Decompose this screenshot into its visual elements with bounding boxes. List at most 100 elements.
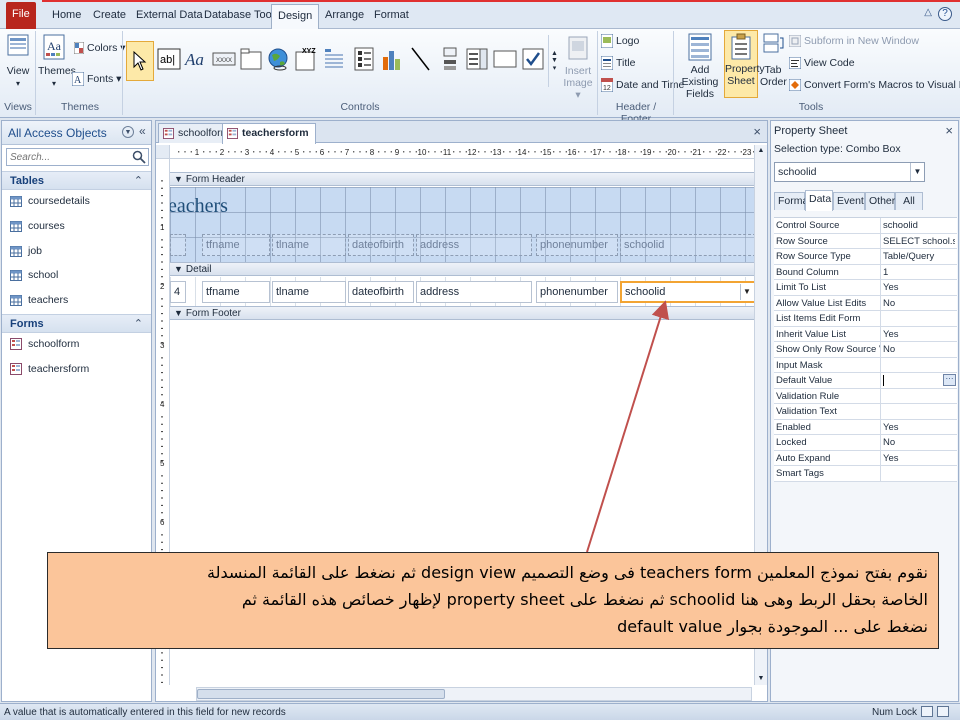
collapse-section-icon[interactable]: ⌃ — [134, 317, 143, 330]
prop-value[interactable]: Yes — [883, 280, 955, 295]
detail-field-tfname[interactable]: tfname — [202, 281, 270, 303]
tab-control[interactable] — [238, 43, 264, 75]
expression-builder-button[interactable]: ··· — [943, 374, 956, 386]
insert-image-button[interactable]: Insert Image ▾ — [561, 35, 595, 101]
scroll-up-icon[interactable]: ▲ — [755, 145, 767, 157]
nav-search-input[interactable] — [7, 149, 129, 165]
nav-item-teachersform[interactable]: teachersform — [10, 360, 89, 378]
prop-value[interactable]: No — [883, 435, 955, 450]
prop-value[interactable]: No — [883, 296, 955, 311]
header-label-tlname[interactable]: tlname — [272, 234, 346, 256]
navigation-control[interactable] — [321, 43, 347, 75]
prop-row-input-mask[interactable]: Input Mask — [774, 357, 957, 373]
nav-item-courses[interactable]: courses — [10, 217, 65, 235]
prop-row-limit-to-list[interactable]: Limit To List Yes — [774, 280, 957, 296]
label-control[interactable]: Aa — [183, 43, 209, 75]
form-view-icon[interactable] — [921, 706, 933, 717]
tab-order-button[interactable]: Tab Order — [760, 32, 787, 88]
horizontal-scrollbar[interactable] — [196, 687, 752, 701]
themes-button[interactable]: Aa Themes ▾ — [38, 33, 76, 90]
nav-title[interactable]: All Access Objects — [8, 126, 107, 140]
header-label-address[interactable]: address — [416, 234, 532, 256]
tab-format[interactable]: Format — [368, 4, 415, 28]
tab-create[interactable]: Create — [87, 4, 132, 28]
rectangle-control[interactable] — [492, 43, 518, 75]
property-sheet-button[interactable]: Property Sheet — [724, 30, 765, 98]
header-label-phonenumber[interactable]: phonenumber — [536, 234, 618, 256]
prop-row-allow-value-list-edits[interactable]: Allow Value List Edits No — [774, 295, 957, 311]
prop-row-bound-column[interactable]: Bound Column 1 — [774, 264, 957, 280]
title-button[interactable]: Title — [601, 55, 635, 71]
schoolid-combo-box[interactable]: schoolid ▼ — [620, 281, 756, 303]
nav-item-school[interactable]: school — [10, 266, 58, 284]
detail-field-address[interactable]: address — [416, 281, 532, 303]
tab-design[interactable]: Design — [271, 4, 320, 29]
header-label-dateofbirth[interactable]: dateofbirth — [348, 234, 414, 256]
header-label-schoolid[interactable]: schoolid — [620, 234, 756, 256]
nav-item-schoolform[interactable]: schoolform — [10, 335, 79, 353]
text-box-control[interactable]: ab| — [156, 43, 182, 75]
scroll-down-icon[interactable]: ▼ — [755, 673, 767, 685]
object-selector[interactable]: schoolid ▼ — [774, 162, 925, 182]
prop-row-inherit-value-list[interactable]: Inherit Value List Yes — [774, 326, 957, 342]
ps-tab-other[interactable]: Other — [865, 192, 895, 210]
prop-value[interactable]: Yes — [883, 327, 955, 342]
prop-value[interactable]: Table/Query — [883, 249, 955, 264]
layout-view-icon[interactable] — [937, 706, 949, 717]
toggle-button-control[interactable] — [437, 43, 463, 75]
ps-tab-all[interactable]: All — [895, 192, 923, 210]
minimize-ribbon-icon[interactable]: △ — [924, 7, 932, 18]
prop-row-show-only-row-source-values[interactable]: Show Only Row Source ValuesNo — [774, 342, 957, 358]
nav-collapse-icon[interactable]: « — [139, 124, 146, 138]
prop-row-list-items-edit-form[interactable]: List Items Edit Form — [774, 311, 957, 327]
button-control[interactable]: XXXX — [211, 43, 237, 75]
ps-tab-format[interactable]: Format — [774, 192, 811, 210]
prop-row-default-value[interactable]: Default Value ··· — [774, 373, 957, 389]
close-document-icon[interactable]: × — [753, 124, 761, 139]
nav-section-forms[interactable]: Forms ⌃ — [2, 314, 151, 333]
prop-row-locked[interactable]: Locked No — [774, 435, 957, 451]
check-box-control[interactable] — [520, 43, 546, 75]
logo-button[interactable]: Logo — [601, 33, 639, 49]
collapse-section-icon[interactable]: ⌃ — [134, 174, 143, 187]
scrollbar-thumb[interactable] — [197, 689, 445, 699]
prop-value[interactable]: Yes — [883, 420, 955, 435]
doc-tab-teachersform[interactable]: teachersform — [222, 123, 316, 144]
nav-item-teachers[interactable]: teachers — [10, 291, 68, 309]
ruler-corner[interactable] — [156, 145, 170, 159]
help-icon[interactable]: ? — [938, 7, 952, 21]
close-property-sheet-icon[interactable]: × — [945, 123, 953, 138]
option-group-control[interactable] — [351, 43, 377, 75]
prop-value[interactable]: Yes — [883, 451, 955, 466]
list-box-control[interactable] — [464, 43, 490, 75]
dropdown-arrow-icon[interactable]: ▼ — [910, 163, 924, 181]
convert-macros-button[interactable]: Convert Form's Macros to Visual Basic — [789, 77, 960, 93]
nav-item-job[interactable]: job — [10, 242, 42, 260]
web-browser-control[interactable]: XYZ — [293, 43, 319, 75]
subform-new-window-button[interactable]: Subform in New Window — [789, 33, 919, 49]
form-footer-section-bar[interactable]: ▼ Form Footer — [170, 306, 756, 320]
prop-row-control-source[interactable]: Control Source schoolid — [774, 218, 957, 234]
nav-item-coursedetails[interactable]: coursedetails — [10, 192, 90, 210]
detail-field-id[interactable]: 4 — [170, 281, 186, 303]
tab-file[interactable]: File — [6, 2, 36, 29]
tab-external-data[interactable]: External Data — [130, 4, 209, 28]
form-title-label[interactable]: eachers — [170, 195, 228, 218]
detail-section[interactable]: 4 tfname tlname dateofbirth address phon… — [170, 277, 756, 307]
prop-value[interactable]: schoolid — [883, 218, 955, 233]
detail-field-tlname[interactable]: tlname — [272, 281, 346, 303]
search-icon[interactable] — [132, 150, 146, 164]
prop-row-validation-rule[interactable]: Validation Rule — [774, 388, 957, 404]
prop-row-row-source-type[interactable]: Row Source Type Table/Query — [774, 249, 957, 265]
detail-section-bar[interactable]: ▼ Detail — [170, 262, 756, 276]
controls-gallery-scroll[interactable]: ▲ ▼ ▾ — [548, 35, 560, 87]
dropdown-arrow-icon[interactable]: ▼ — [740, 284, 753, 300]
line-control[interactable] — [407, 43, 433, 75]
fonts-button[interactable]: A Fonts ▾ — [72, 71, 121, 87]
detail-field-dateofbirth[interactable]: dateofbirth — [348, 281, 414, 303]
view-code-button[interactable]: View Code — [789, 55, 855, 71]
prop-row-enabled[interactable]: Enabled Yes — [774, 419, 957, 435]
view-button[interactable]: View ▾ — [4, 33, 32, 90]
prop-row-auto-expand[interactable]: Auto Expand Yes — [774, 450, 957, 466]
detail-field-phonenumber[interactable]: phonenumber — [536, 281, 618, 303]
